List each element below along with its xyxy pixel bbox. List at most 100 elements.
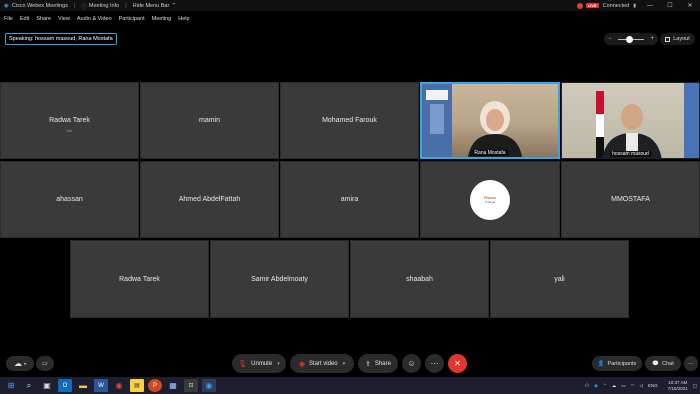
menu-participant[interactable]: Participant (119, 16, 145, 22)
chrome-icon[interactable]: ◉ (112, 379, 126, 392)
zoom-slider[interactable]: − + (604, 33, 658, 45)
participant-tile-radwa-tarek-2[interactable]: Radwa Tarek (70, 240, 209, 318)
unmute-button[interactable]: 🎙 Unmute ▾ (232, 354, 286, 373)
app-icon[interactable]: ⊡ (184, 379, 198, 392)
participant-tile-mamin[interactable]: mamin (140, 82, 279, 159)
word-icon[interactable]: W (94, 379, 108, 392)
video-feed-rana (422, 84, 522, 157)
photos-icon[interactable]: ▦ (166, 379, 180, 392)
self-view-button[interactable]: ▭ (36, 356, 54, 371)
participant-name: shaabah (406, 275, 433, 283)
title-bar: ◉ Cisco Webex Meetings | ⓘ Meeting Info |… (0, 0, 700, 11)
participant-tile-logo[interactable]: Pharos College (420, 161, 560, 238)
task-view-icon[interactable]: ▣ (40, 379, 54, 392)
participant-tile-shaabah[interactable]: shaabah (350, 240, 489, 318)
menu-bar: File Edit Share View Audio & Video Parti… (0, 14, 197, 24)
reactions-button[interactable]: ☺ (402, 354, 421, 373)
start-video-button[interactable]: ◉ Start video ▾ (290, 354, 354, 373)
chevron-up-icon[interactable]: ⌃ (603, 383, 607, 389)
menu-file[interactable]: File (4, 16, 13, 22)
info-icon: ⓘ (81, 3, 87, 10)
layout-button[interactable]: Layout (660, 33, 695, 45)
participant-name: hossam masoud (609, 151, 652, 157)
chevron-up-icon: ⌃ (171, 2, 176, 9)
participant-tile-amira[interactable]: amira (280, 161, 419, 238)
menu-audio-video[interactable]: Audio & Video (77, 16, 112, 22)
webex-tray-icon[interactable]: ◉ (594, 383, 598, 389)
video-off-icon: ◉ (298, 360, 305, 368)
share-icon: ⇪ (365, 360, 371, 368)
panel-options-button[interactable]: ⋯ (684, 356, 698, 371)
zoom-out-icon[interactable]: − (608, 36, 612, 42)
monitor-icon: ▭ (42, 361, 48, 367)
maximize-button[interactable]: ☐ (660, 2, 680, 9)
webex-taskbar-icon[interactable]: ◉ (202, 379, 216, 392)
college-logo: Pharos College (470, 179, 510, 220)
participant-name: Samir Abdelmoaty (251, 275, 308, 283)
chat-icon: 💬 (652, 360, 660, 367)
participant-tile-mohamed-farouk[interactable]: Mohamed Farouk (280, 82, 419, 159)
participant-tile-yali[interactable]: yali (490, 240, 629, 318)
battery-icon[interactable]: ▭ (621, 383, 625, 389)
cloud-icon[interactable]: ☁ (612, 383, 617, 389)
windows-taskbar: ⊞ ⌕ ▣ O ▬ W ◉ ▤ P ▦ ⊡ ◉ ⚇ ◉ ⌃ ☁ ▭ ◠ ◁ EN… (0, 377, 700, 394)
clock[interactable]: 10:37 AM 7/15/2021 (663, 380, 688, 391)
meeting-info-button[interactable]: ⓘ Meeting Info (81, 2, 119, 10)
participant-tile-mmostafa[interactable]: MMOSTAFA (561, 161, 700, 238)
chevron-down-icon: ▾ (342, 360, 346, 367)
notifications-icon[interactable]: ▢ (693, 383, 697, 389)
chat-button[interactable]: 💬 Chat (645, 356, 681, 371)
participant-name: Mohamed Farouk (322, 117, 377, 124)
zoom-knob[interactable] (626, 35, 633, 43)
participant-name: Radwa Tarek (49, 117, 90, 124)
powerpoint-icon[interactable]: P (148, 379, 162, 392)
menu-meeting[interactable]: Meeting (152, 16, 172, 22)
menu-edit[interactable]: Edit (20, 16, 29, 22)
outlook-icon[interactable]: O (58, 379, 72, 392)
hide-menu-bar-button[interactable]: Hide Menu Bar ⌃ (133, 3, 176, 9)
close-window-button[interactable]: ✕ (680, 2, 700, 9)
zoom-in-icon[interactable]: + (650, 36, 654, 42)
minimize-button[interactable]: — (640, 3, 660, 9)
participants-icon: 👤 (597, 360, 605, 367)
participant-name: amira (340, 196, 359, 203)
more-options-button[interactable]: ⋯ (425, 354, 444, 373)
participant-name: Rana Mostafa (471, 150, 509, 156)
close-icon: ✕ (454, 359, 461, 368)
sticky-notes-icon[interactable]: ▤ (130, 379, 144, 392)
participant-subtext: info (66, 129, 73, 133)
menu-help[interactable]: Help (178, 16, 189, 22)
mic-muted-icon: 🎙 (238, 360, 248, 368)
people-icon[interactable]: ⚇ (585, 383, 589, 389)
participant-name: mamin (198, 117, 220, 124)
app-title: Cisco Webex Meetings (11, 2, 68, 9)
grid-icon (665, 36, 671, 42)
wifi-icon[interactable]: ◠ (631, 383, 635, 389)
system-tray: ⚇ ◉ ⌃ ☁ ▭ ◠ ◁ ENG 10:37 AM 7/15/2021 ▢ (580, 377, 697, 394)
leave-meeting-button[interactable]: ✕ (448, 354, 467, 373)
smiley-icon: ☺ (407, 359, 416, 368)
video-feed-hossam (596, 83, 699, 158)
zoom-track[interactable] (618, 35, 644, 43)
share-button[interactable]: ⇪ Share (358, 354, 398, 373)
speaking-indicator: Speaking: hossam masoud, Rana Mostafa (5, 33, 117, 45)
weather-status-button[interactable]: ☁ ▾ (6, 356, 34, 371)
participant-tile-radwa-tarek[interactable]: Radwa Tarek info (0, 82, 139, 159)
file-explorer-icon[interactable]: ▬ (76, 379, 90, 392)
participant-name: MMOSTAFA (611, 196, 650, 203)
chevron-down-icon: ▾ (277, 360, 280, 367)
connection-status: Connected (602, 2, 630, 9)
windows-start-icon[interactable]: ⊞ (4, 379, 18, 392)
participant-tile-ahassan[interactable]: ahassan (0, 161, 139, 238)
menu-share[interactable]: Share (36, 16, 51, 22)
participant-name: Radwa Tarek (119, 275, 160, 283)
menu-view[interactable]: View (58, 16, 70, 22)
participant-tile-ahmed-abdelfattah[interactable]: Ahmed AbdelFattah (140, 161, 279, 238)
participants-button[interactable]: 👤 Participants (592, 356, 642, 371)
participant-tile-hossam-masoud[interactable]: hossam masoud (561, 82, 700, 159)
search-icon[interactable]: ⌕ (22, 379, 36, 392)
volume-icon[interactable]: ◁ (639, 383, 642, 389)
participant-tile-samir-abdelmoaty[interactable]: Samir Abdelmoaty (210, 240, 349, 318)
language-indicator[interactable]: ENG (648, 383, 658, 388)
participant-tile-rana-mostafa[interactable]: Rana Mostafa (420, 82, 560, 159)
